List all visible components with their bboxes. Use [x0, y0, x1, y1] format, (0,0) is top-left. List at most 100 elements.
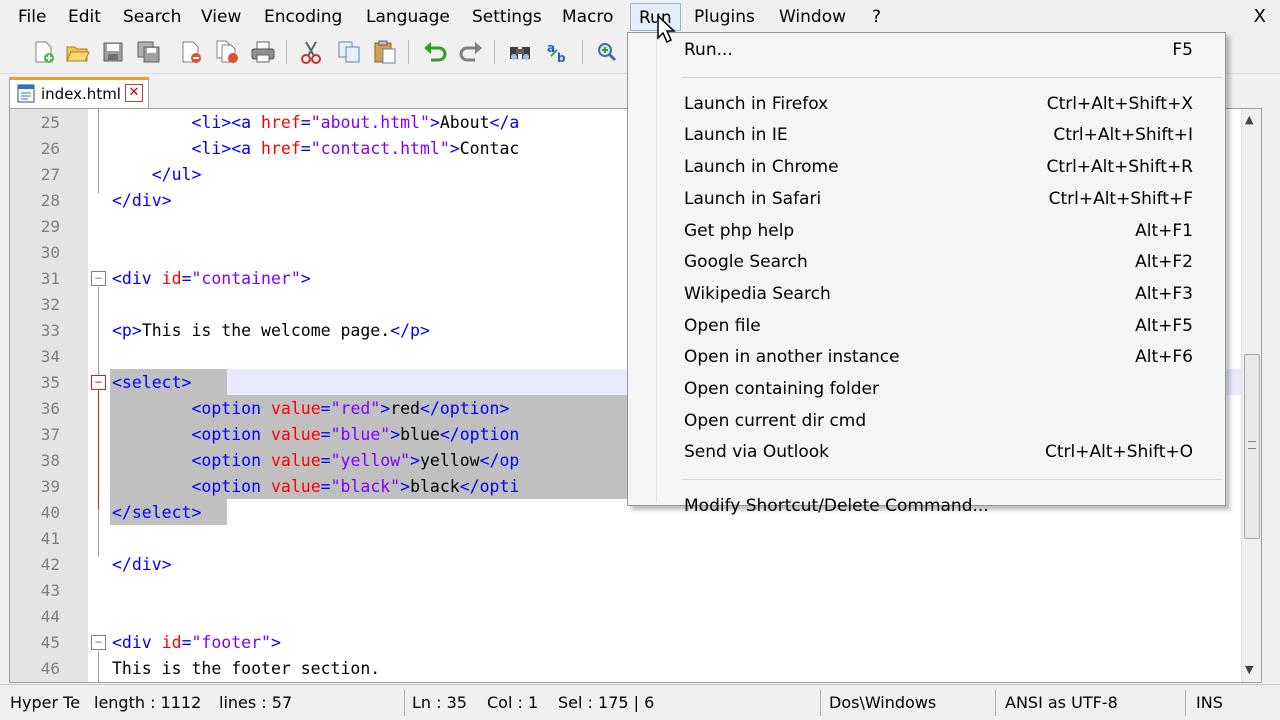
tab-label: index.html	[41, 85, 121, 103]
new-file-icon[interactable]	[28, 38, 58, 66]
zoom-in-icon[interactable]	[592, 38, 622, 66]
run-menu-item-launch-in-firefox[interactable]: Launch in Firefox Ctrl+Alt+Shift+X	[630, 89, 1223, 119]
run-menu-item-open-in-another-instance[interactable]: Open in another instance Alt+F6	[630, 342, 1223, 372]
status-sel: Sel : 175 | 6	[558, 693, 655, 712]
menu-help[interactable]: ?	[864, 3, 889, 31]
menu-item-label: Google Search	[684, 252, 808, 273]
scrollbar-thumb[interactable]	[1244, 354, 1260, 539]
run-menu-item-run[interactable]: Run... F5	[630, 35, 1223, 65]
menu-item-label: Wikipedia Search	[684, 283, 831, 304]
paste-icon[interactable]	[370, 38, 400, 66]
code-text: <p>This is the welcome page.</p>	[112, 321, 430, 340]
code-text: <option value="yellow">yellow</op	[191, 451, 520, 470]
line-number: 46	[40, 659, 60, 678]
run-menu-item-send-via-outlook[interactable]: Send via Outlook Ctrl+Alt+Shift+O	[630, 437, 1223, 467]
menu-window[interactable]: Window	[771, 3, 854, 31]
print-icon[interactable]	[248, 38, 278, 66]
run-menu-item-modify-shortcut-delete-command[interactable]: Modify Shortcut/Delete Command...	[630, 491, 1223, 521]
run-menu-item-launch-in-safari[interactable]: Launch in Safari Ctrl+Alt+Shift+F	[630, 184, 1223, 214]
status-insert-mode: INS	[1196, 693, 1223, 712]
menu-item-shortcut: F5	[1172, 40, 1193, 60]
scroll-up-icon[interactable]: ▲	[1245, 113, 1253, 126]
close-icon[interactable]	[176, 38, 206, 66]
line-number: 35	[40, 373, 60, 392]
menu-item-label: Open file	[684, 315, 761, 336]
find-icon[interactable]	[505, 38, 535, 66]
redo-icon[interactable]	[456, 38, 486, 66]
code-text: </ul>	[151, 165, 202, 184]
code-text: <li><a href="contact.html">Contac	[191, 139, 520, 158]
save-all-icon[interactable]	[134, 38, 164, 66]
line-number: 43	[40, 581, 60, 600]
line-number: 38	[40, 451, 60, 470]
code-line: 46 This is the footer section.	[10, 656, 1261, 682]
run-menu-item-wikipedia-search[interactable]: Wikipedia Search Alt+F3	[630, 279, 1223, 309]
menu-edit[interactable]: Edit	[60, 3, 109, 31]
run-menu-item-launch-in-ie[interactable]: Launch in IE Ctrl+Alt+Shift+I	[630, 120, 1223, 150]
run-menu-item-google-search[interactable]: Google Search Alt+F2	[630, 247, 1223, 277]
line-number: 34	[40, 347, 60, 366]
close-all-icon[interactable]	[212, 38, 242, 66]
status-eol: Dos\Windows	[829, 693, 937, 712]
run-menu-item-open-containing-folder[interactable]: Open containing folder	[630, 374, 1223, 404]
scroll-down-icon[interactable]: ▼	[1245, 663, 1253, 676]
menu-encoding[interactable]: Encoding	[256, 3, 350, 31]
menu-separator	[682, 479, 1222, 481]
menu-search[interactable]: Search	[115, 3, 189, 31]
menu-item-label: Launch in Firefox	[684, 93, 829, 114]
line-number: 42	[40, 555, 60, 574]
menu-plugins[interactable]: Plugins	[686, 3, 763, 31]
run-menu-dropdown: Run... F5 Launch in Firefox Ctrl+Alt+Shift+…	[627, 32, 1226, 516]
status-col: Col : 1	[487, 693, 539, 712]
line-number: 39	[40, 477, 60, 496]
code-line: 44	[10, 604, 1261, 630]
line-number: 32	[40, 295, 60, 314]
tab-index-html[interactable]: index.html ✕	[9, 77, 149, 108]
open-file-icon[interactable]	[62, 38, 92, 66]
menu-file[interactable]: File	[10, 3, 54, 31]
line-number: 31	[40, 269, 60, 288]
replace-icon[interactable]: ab	[543, 38, 573, 66]
menu-item-label: Send via Outlook	[684, 442, 830, 463]
menu-macro[interactable]: Macro	[554, 3, 621, 31]
run-menu-item-open-current-dir-cmd[interactable]: Open current dir cmd	[630, 406, 1223, 436]
code-text: </select>	[112, 503, 202, 522]
run-menu-item-launch-in-chrome[interactable]: Launch in Chrome Ctrl+Alt+Shift+R	[630, 152, 1223, 182]
run-menu-item-get-php-help[interactable]: Get php help Alt+F1	[630, 216, 1223, 246]
line-number: 37	[40, 425, 60, 444]
line-number: 36	[40, 399, 60, 418]
close-document-button[interactable]: X	[1254, 3, 1266, 31]
menu-item-label: Launch in Safari	[684, 188, 822, 209]
status-ln: Ln : 35	[412, 693, 467, 712]
menu-item-label: Modify Shortcut/Delete Command...	[684, 496, 989, 517]
menu-item-label: Launch in IE	[684, 125, 788, 146]
menu-item-label: Run...	[684, 40, 733, 60]
tab-close-icon[interactable]: ✕	[125, 84, 143, 102]
cut-icon[interactable]	[296, 38, 326, 66]
undo-icon[interactable]	[420, 38, 450, 66]
menu-item-shortcut: Alt+F1	[1135, 220, 1193, 241]
menu-item-shortcut: Alt+F6	[1135, 347, 1193, 368]
line-number: 28	[40, 191, 60, 210]
line-number: 45	[40, 633, 60, 652]
run-menu-item-open-file[interactable]: Open file Alt+F5	[630, 311, 1223, 341]
line-number: 30	[40, 243, 60, 262]
status-bar: Hyper Te length : 1112 lines : 57 Ln : 3…	[0, 684, 1280, 720]
line-number: 40	[40, 503, 60, 522]
menu-settings[interactable]: Settings	[464, 3, 550, 31]
copy-icon[interactable]	[334, 38, 364, 66]
line-number: 41	[40, 529, 60, 548]
code-line: 41	[10, 526, 1261, 552]
menu-item-shortcut: Ctrl+Alt+Shift+I	[1053, 125, 1193, 146]
code-text: <div id="footer">	[112, 633, 281, 652]
code-text: </div>	[112, 191, 172, 210]
vertical-scrollbar[interactable]: ▲ ▼	[1241, 109, 1261, 682]
menu-language[interactable]: Language	[358, 3, 458, 31]
menu-view[interactable]: View	[193, 3, 249, 31]
menu-item-shortcut: Ctrl+Alt+Shift+O	[1044, 442, 1193, 463]
code-text: <option value="black">black</opti	[191, 477, 520, 496]
code-line: 43	[10, 578, 1261, 604]
code-text: <div id="container">	[112, 269, 311, 288]
line-number: 25	[40, 113, 60, 132]
save-icon[interactable]	[98, 38, 128, 66]
